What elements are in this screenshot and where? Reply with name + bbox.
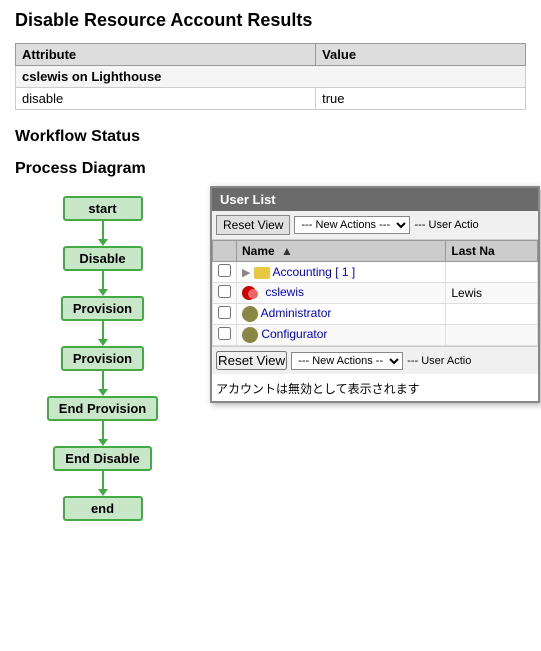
end-box: end <box>63 496 143 521</box>
name-cell: ▶ Accounting [ 1 ] <box>237 262 446 283</box>
user-actions-label-bottom: --- User Actio <box>407 355 471 367</box>
popup-top-toolbar: Reset View --- New Actions --- --- User … <box>212 211 538 240</box>
node-start: start <box>63 196 143 221</box>
node-disable: Disable <box>63 246 143 271</box>
connector-1 <box>102 221 104 239</box>
table-row: Administrator <box>213 304 538 325</box>
new-actions-select-top[interactable]: --- New Actions --- <box>294 216 410 234</box>
arrow-5 <box>98 439 108 446</box>
folder-icon <box>254 267 270 279</box>
end-provision-box: End Provision <box>47 396 158 421</box>
arrow-1 <box>98 239 108 246</box>
provision2-box: Provision <box>61 346 144 371</box>
lastname-cell <box>446 304 538 325</box>
checkbox-cell[interactable] <box>213 304 237 325</box>
reset-view-button-bottom[interactable]: Reset View <box>216 351 287 370</box>
disable-box: Disable <box>63 246 143 271</box>
user-name-link[interactable]: Administrator <box>261 306 332 320</box>
user-icon-config <box>242 327 258 343</box>
popup-titlebar: User List <box>212 188 538 211</box>
name-cell: Configurator <box>237 325 446 346</box>
checkbox-cell[interactable] <box>213 325 237 346</box>
col-value: Value <box>316 44 526 66</box>
sort-arrow-icon: ▲ <box>281 244 293 258</box>
node-end: end <box>63 496 143 521</box>
connector-4 <box>102 371 104 389</box>
attribute-table: Attribute Value cslewis on Lighthouse di… <box>15 43 526 110</box>
lastname-cell <box>446 325 538 346</box>
user-name-link[interactable]: cslewis <box>265 285 304 299</box>
table-row: Configurator <box>213 325 538 346</box>
user-icon-badge <box>248 289 258 299</box>
flow-diagram: start Disable Provision Provision End Pr… <box>15 186 190 521</box>
lastname-cell <box>446 262 538 283</box>
table-row: ▶ Accounting [ 1 ] <box>213 262 538 283</box>
node-end-provision: End Provision <box>47 396 158 421</box>
attr-name: disable <box>16 88 316 110</box>
name-cell: cslewis <box>237 283 446 304</box>
workflow-title: Workflow Status <box>15 128 526 146</box>
process-title: Process Diagram <box>15 160 526 178</box>
checkbox-cell[interactable] <box>213 262 237 283</box>
user-icon-group <box>242 285 262 301</box>
connector-5 <box>102 421 104 439</box>
node-end-disable: End Disable <box>53 446 151 471</box>
user-list-table: Name ▲ Last Na ▶ Accounting [ 1 ] <box>212 240 538 346</box>
user-actions-label-top: --- User Actio <box>414 219 478 231</box>
annotation-area: アカウントは無効として表示されます <box>212 374 538 401</box>
user-name-link[interactable]: Accounting [ 1 ] <box>272 265 355 279</box>
popup-bottom-toolbar: Reset View --- New Actions -- --- User A… <box>212 346 538 374</box>
connector-2 <box>102 271 104 289</box>
process-section: start Disable Provision Provision End Pr… <box>15 186 526 521</box>
table-row: disable true <box>16 88 526 110</box>
page-title: Disable Resource Account Results <box>15 10 526 31</box>
col-attribute: Attribute <box>16 44 316 66</box>
arrow-6 <box>98 489 108 496</box>
attr-value: true <box>316 88 526 110</box>
row-checkbox[interactable] <box>218 306 231 319</box>
workflow-section: Workflow Status <box>15 128 526 146</box>
table-row: cslewis Lewis <box>213 283 538 304</box>
start-box: start <box>63 196 143 221</box>
reset-view-button-top[interactable]: Reset View <box>216 215 290 235</box>
provision1-box: Provision <box>61 296 144 321</box>
name-cell: Administrator <box>237 304 446 325</box>
connector-3 <box>102 321 104 339</box>
col-checkbox <box>213 241 237 262</box>
node-provision1: Provision <box>61 296 144 321</box>
arrow-3 <box>98 339 108 346</box>
arrow-2 <box>98 289 108 296</box>
col-name: Name ▲ <box>237 241 446 262</box>
row-checkbox[interactable] <box>218 327 231 340</box>
user-name-link[interactable]: Configurator <box>261 327 327 341</box>
popup-title: User List <box>220 192 276 207</box>
user-list-popup: User List Reset View --- New Actions ---… <box>210 186 540 403</box>
user-icon-admin <box>242 306 258 322</box>
node-provision2: Provision <box>61 346 144 371</box>
new-actions-select-bottom[interactable]: --- New Actions -- <box>291 352 403 370</box>
checkbox-cell[interactable] <box>213 283 237 304</box>
row-checkbox[interactable] <box>218 264 231 277</box>
connector-6 <box>102 471 104 489</box>
row-checkbox[interactable] <box>218 285 231 298</box>
arrow-4 <box>98 389 108 396</box>
group-label: cslewis on Lighthouse <box>16 66 526 88</box>
lastname-cell: Lewis <box>446 283 538 304</box>
expand-icon[interactable]: ▶ <box>242 267 250 279</box>
end-disable-box: End Disable <box>53 446 151 471</box>
table-header-row: Name ▲ Last Na <box>213 241 538 262</box>
col-lastname: Last Na <box>446 241 538 262</box>
annotation-text: アカウントは無効として表示されます <box>216 382 420 396</box>
table-group-row: cslewis on Lighthouse <box>16 66 526 88</box>
